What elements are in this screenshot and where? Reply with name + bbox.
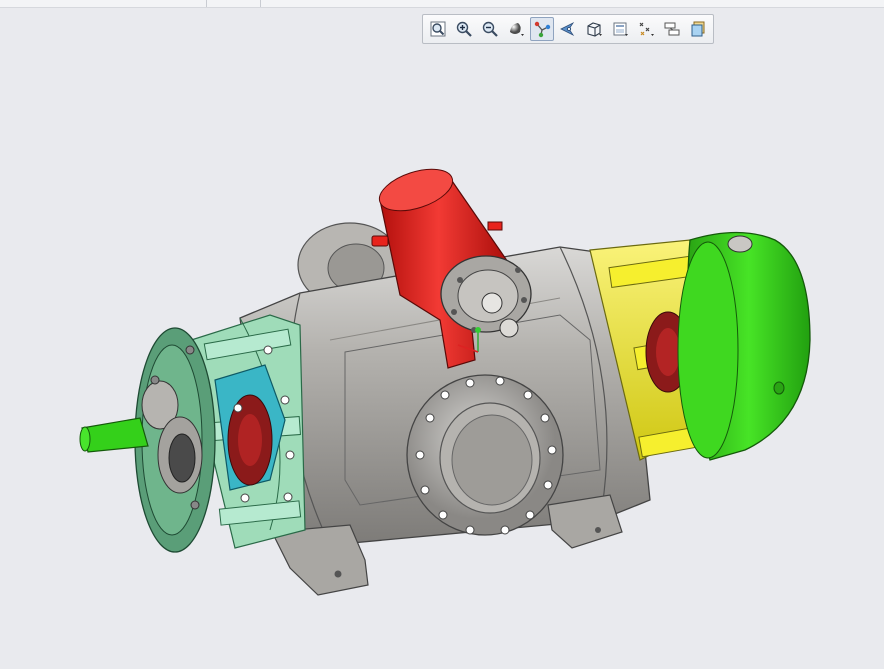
saved-views-icon bbox=[613, 22, 628, 36]
drive-shaft bbox=[79, 417, 149, 453]
model-viewport[interactable] bbox=[0, 48, 884, 669]
shading-style-icon bbox=[510, 23, 524, 36]
annotation-display-button[interactable] bbox=[660, 17, 684, 41]
view-orientation-icon bbox=[587, 22, 602, 37]
datum-display-button[interactable] bbox=[530, 17, 554, 41]
housing-foot-right bbox=[547, 494, 623, 549]
datum-points-button[interactable] bbox=[634, 17, 658, 41]
spin-center-icon bbox=[560, 21, 575, 37]
shading-style-button[interactable] bbox=[504, 17, 528, 41]
saved-views-button[interactable] bbox=[608, 17, 632, 41]
datum-points-icon bbox=[639, 22, 654, 36]
appearance-button[interactable] bbox=[686, 17, 710, 41]
right-end-cover bbox=[677, 231, 811, 461]
zoom-out-button[interactable] bbox=[478, 17, 502, 41]
outlet-flange bbox=[406, 374, 564, 536]
zoom-in-button[interactable] bbox=[452, 17, 476, 41]
housing-foot-left bbox=[271, 524, 369, 596]
zoom-to-fit-button[interactable] bbox=[426, 17, 450, 41]
zoom-in-icon bbox=[456, 21, 472, 37]
appearance-icon bbox=[691, 21, 705, 37]
view-toolbar bbox=[422, 14, 714, 44]
datum-display-icon bbox=[534, 21, 551, 38]
zoom-to-fit-icon bbox=[430, 21, 446, 37]
zoom-out-icon bbox=[482, 21, 498, 37]
left-end-cover bbox=[134, 327, 216, 553]
annotation-display-icon bbox=[664, 22, 680, 36]
window-top-strip bbox=[0, 0, 884, 8]
screw-pump-assembly[interactable] bbox=[0, 48, 884, 669]
view-orientation-button[interactable] bbox=[582, 17, 606, 41]
spin-center-button[interactable] bbox=[556, 17, 580, 41]
